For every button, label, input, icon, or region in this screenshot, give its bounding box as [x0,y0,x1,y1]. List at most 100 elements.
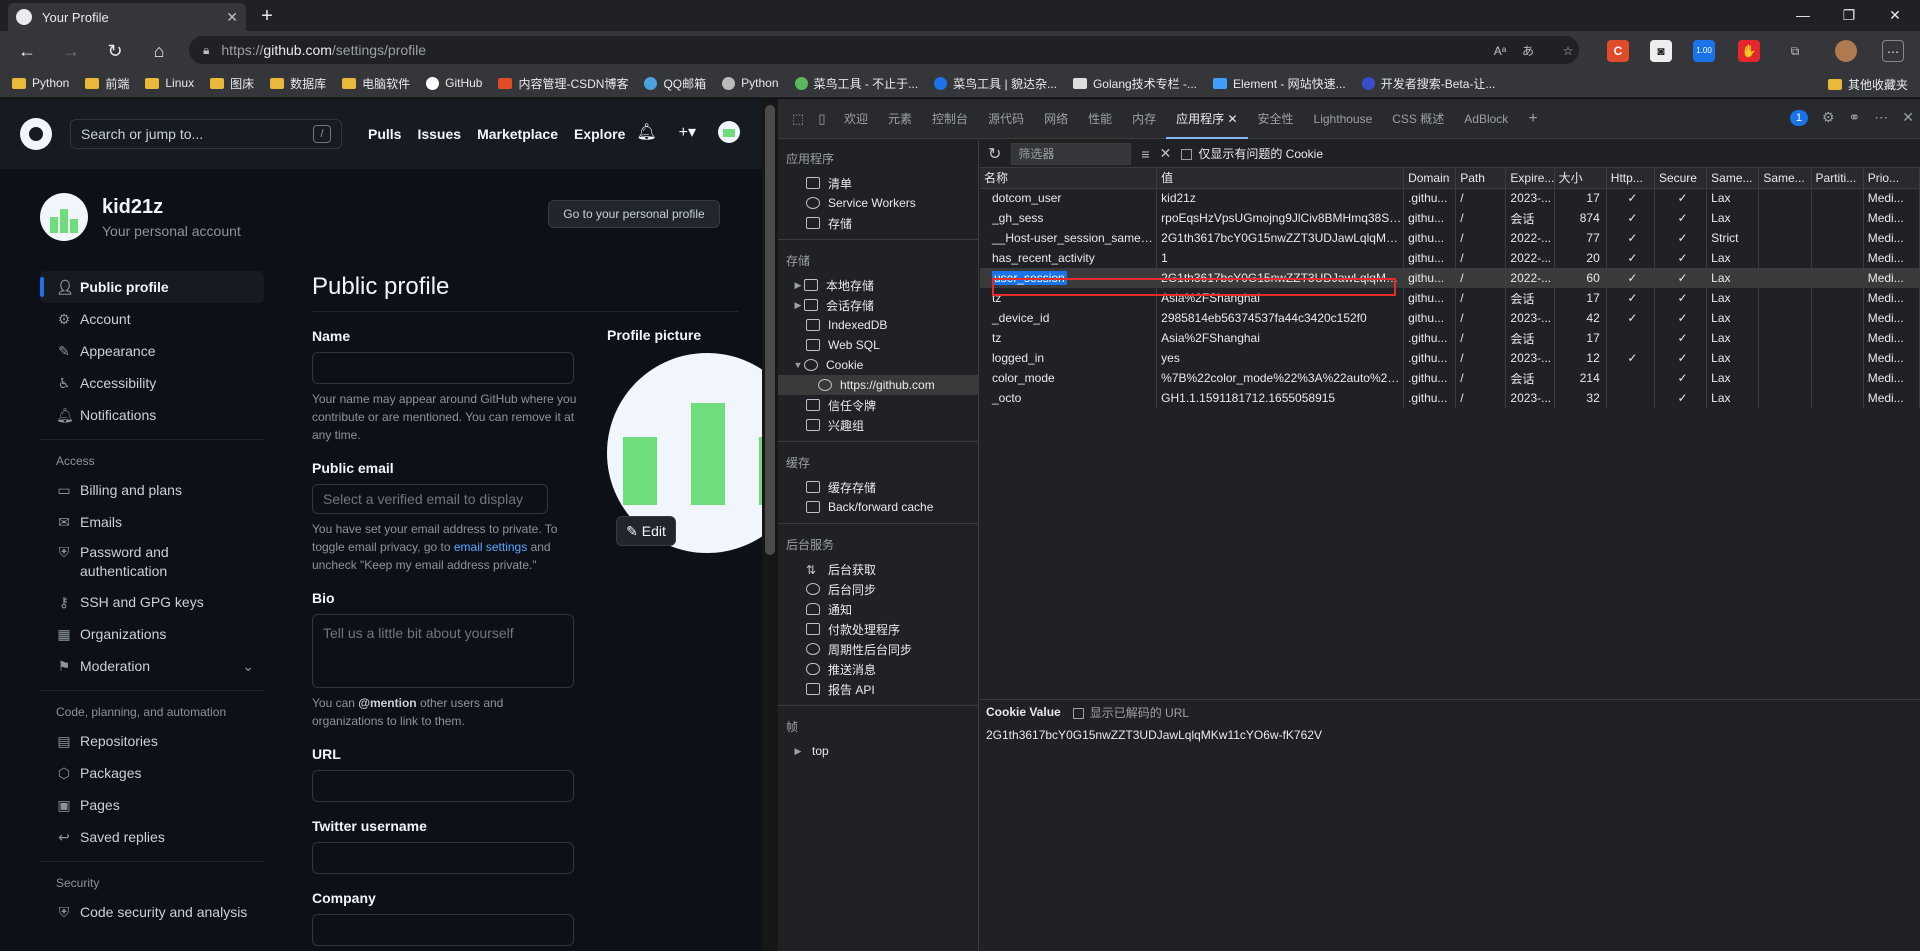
reload-button[interactable]: ↻ [101,38,129,64]
column-header[interactable]: Same... [1706,168,1760,189]
column-header[interactable]: 大小 [1554,168,1607,189]
table-row[interactable]: dotcom_user kid21z .githu.../2023-... 17 ✓ ✓ L… [980,188,1920,208]
expand-arrow-icon[interactable]: ▶ [792,746,804,757]
checkbox-box[interactable] [1181,149,1193,161]
refresh-icon[interactable]: ↻ [988,144,1001,164]
column-header[interactable]: Same... [1758,168,1812,189]
nav-pulls[interactable]: Pulls [368,126,401,142]
tree-push[interactable]: 推送消息 [778,659,978,679]
only-issues-checkbox[interactable]: 仅显示有问题的 Cookie [1181,145,1323,162]
sidebar-item-public-profile[interactable]: 👤︎ Public profile [40,271,264,303]
more-dots-icon[interactable]: ⋯ [1874,109,1888,126]
show-decoded-checkbox[interactable]: 显示已解码的 URL [1072,704,1189,721]
table-row[interactable]: _device_id 2985814eb56374537fa44c3420c152… [980,308,1920,328]
restore-button[interactable]: ❐ [1826,0,1872,31]
add-tab-icon[interactable]: + [1518,99,1547,139]
close-tab-icon[interactable]: ✕ [226,9,238,26]
sidebar-item-packages[interactable]: ⬡ Packages [40,757,264,789]
user-avatar-icon[interactable] [1835,40,1857,62]
tree-bg-fetch[interactable]: ⇅ 后台获取 [778,559,978,579]
nav-issues[interactable]: Issues [417,126,461,142]
other-bookmarks[interactable]: 其他收藏夹 [1827,76,1908,93]
filter-input[interactable]: 筛选器 [1011,142,1132,165]
sidebar-item-repositories[interactable]: ▤ Repositories [40,725,264,757]
sidebar-item-moderation[interactable]: ⚑ Moderation ⌄ [40,650,264,682]
browser-tab-active[interactable]: Your Profile ✕ [8,3,246,31]
bio-textarea[interactable]: Tell us a little bit about yourself [312,614,574,688]
bookmark-item[interactable]: QQ邮箱 [644,75,706,92]
url-input[interactable] [312,770,574,802]
tree-reporting[interactable]: 报告 API [778,679,978,699]
table-row[interactable]: user_session 2G1th3617bcY0G15nwZZT3UDJawL… [980,268,1920,288]
translate-icon[interactable]: あ [1517,40,1539,62]
collapse-arrow-icon[interactable]: ▼ [792,360,804,370]
clear-all-icon[interactable]: ≡ [1141,146,1149,162]
scrollbar-thumb[interactable] [765,105,775,555]
bookmark-item[interactable]: Element - 网站快速... [1213,75,1346,92]
new-tab-button[interactable]: + [254,4,280,28]
bookmark-item[interactable]: 内容管理-CSDN博客 [498,75,628,92]
sidebar-item-saved-replies[interactable]: ↩ Saved replies [40,821,264,853]
tab-network[interactable]: 网络 [1034,99,1078,139]
sidebar-item-emails[interactable]: ✉ Emails [40,506,264,538]
adblock-extension-icon[interactable]: ✋ [1738,40,1760,62]
tab-css-overview[interactable]: CSS 概述 [1382,99,1454,139]
bookmark-item[interactable]: Python [722,76,779,90]
public-email-select[interactable]: Select a verified email to display [312,484,548,514]
go-to-personal-profile-button[interactable]: Go to your personal profile [548,200,720,228]
sidebar-item-password[interactable]: ⛨ Password and authentication [40,538,264,586]
tab-application[interactable]: 应用程序 ✕ [1166,99,1248,139]
column-header[interactable]: Expire... [1505,168,1555,189]
column-header[interactable]: Http... [1606,168,1655,189]
bookmark-item[interactable]: 菜鸟工具 | 貌达杂... [934,75,1057,92]
bookmark-item[interactable]: 开发者搜索-Beta-让... [1361,75,1495,92]
zoom-extension-icon[interactable]: 1.00 [1693,40,1715,62]
tab-security[interactable]: 安全性 [1248,99,1304,139]
home-button[interactable]: ⌂ [145,38,173,64]
column-header[interactable]: 名称 [980,168,1158,189]
table-row[interactable]: _octo GH1.1.1591181712.1655058915 .githu..… [980,388,1920,408]
page-scrollbar[interactable] [762,99,778,951]
table-row[interactable]: tz Asia%2FShanghai githu... / 会话 17 ✓ ✓ Lax Medi.… [980,288,1920,308]
tree-websql[interactable]: Web SQL [778,335,978,355]
tree-storage[interactable]: 存储 [778,213,978,233]
tab-sources[interactable]: 源代码 [978,99,1034,139]
tree-notifications[interactable]: 通知 [778,599,978,619]
bookmark-item[interactable]: 前端 [85,75,129,92]
tree-bg-sync[interactable]: 后台同步 [778,579,978,599]
nav-marketplace[interactable]: Marketplace [477,126,558,142]
nav-explore[interactable]: Explore [574,126,625,142]
bookmark-item[interactable]: GitHub [426,76,482,90]
close-window-button[interactable]: ✕ [1872,0,1918,31]
twitter-input[interactable] [312,842,574,874]
tab-performance[interactable]: 性能 [1078,99,1122,139]
cookie-value-text[interactable]: 2G1th3617bcY0G15nwZZT3UDJawLqlqMKw11cYO6… [980,724,1920,746]
expand-arrow-icon[interactable]: ▶ [792,280,804,291]
tab-elements[interactable]: 元素 [878,99,922,139]
sidebar-item-billing[interactable]: ▭ Billing and plans [40,474,264,506]
bell-icon[interactable]: 🔔︎ [636,122,656,142]
table-row[interactable]: has_recent_activity 1 githu.../2022-... 20 ✓… [980,248,1920,268]
table-row[interactable]: _gh_sess rpoEqsHzVpsUGmojng9JlCiv8BMHmq38… [980,208,1920,228]
extensions-puzzle-icon[interactable]: ⧉ [1784,40,1806,62]
column-header[interactable]: Domain [1403,168,1457,189]
tree-cache-storage[interactable]: 缓存存储 [778,477,978,497]
menu-dots-icon[interactable]: ⋯ [1882,40,1904,62]
extension-face-icon[interactable]: ◙ [1650,40,1672,62]
sidebar-item-ssh[interactable]: ⚷ SSH and GPG keys [40,586,264,618]
tree-bfcache[interactable]: Back/forward cache [778,497,978,517]
tree-service-workers[interactable]: Service Workers [778,193,978,213]
tab-welcome[interactable]: 欢迎 [834,99,878,139]
minimize-button[interactable]: — [1780,0,1826,31]
delete-selected-icon[interactable]: ✕ [1160,145,1172,162]
tree-payment[interactable]: 付款处理程序 [778,619,978,639]
tree-cookie-origin[interactable]: https://github.com [778,375,978,395]
tree-periodic-sync[interactable]: 周期性后台同步 [778,639,978,659]
checkbox-box[interactable] [1072,707,1084,719]
company-input[interactable] [312,914,574,946]
forward-button[interactable]: → [57,38,85,64]
inspect-icon[interactable]: ⬚ [786,111,810,127]
column-header[interactable]: Prio... [1863,168,1920,189]
bookmark-item[interactable]: 菜鸟工具 - 不止于... [794,75,918,92]
sidebar-item-pages[interactable]: ▣ Pages [40,789,264,821]
